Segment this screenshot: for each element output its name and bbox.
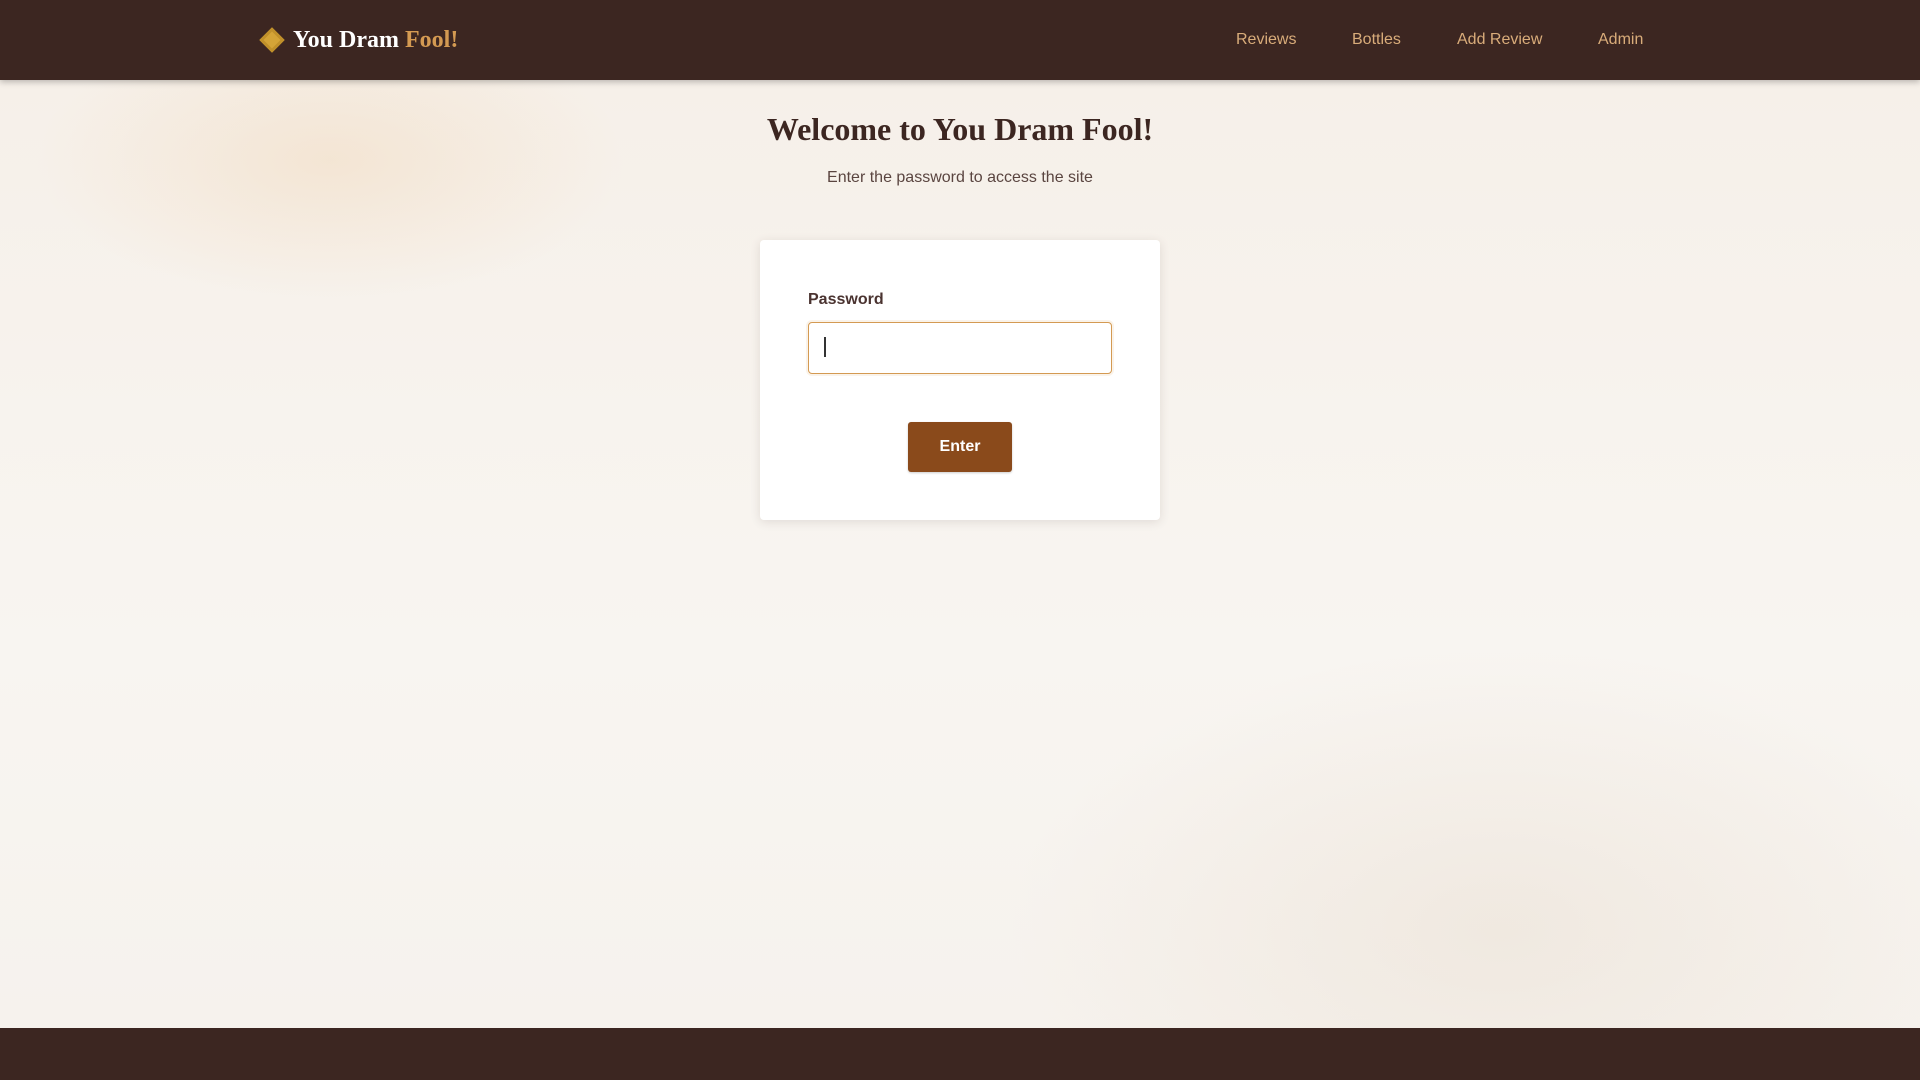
text-caret [824, 337, 826, 357]
site-footer [0, 1028, 1920, 1080]
nav-admin[interactable]: Admin [1598, 31, 1643, 49]
page-background [0, 80, 1920, 1028]
password-field[interactable] [808, 322, 1112, 374]
page-subtitle: Enter the password to access the site [827, 169, 1093, 186]
logo-text-main: You Dram [293, 26, 405, 53]
nav-bottles[interactable]: Bottles [1352, 31, 1401, 49]
logo-text: You Dram Fool! [293, 27, 458, 54]
nav-reviews[interactable]: Reviews [1236, 31, 1296, 49]
diamond-icon [259, 27, 285, 53]
nav-add-review[interactable]: Add Review [1457, 31, 1542, 49]
page-title: Welcome to You Dram Fool! [766, 111, 1154, 147]
enter-button[interactable]: Enter [908, 422, 1012, 472]
site-logo[interactable]: You Dram Fool! [259, 25, 458, 55]
site-header: You Dram Fool! Reviews Bottles Add Revie… [0, 0, 1920, 80]
logo-text-accent: Fool! [405, 26, 459, 53]
login-card: Password Enter [760, 240, 1160, 520]
password-label: Password [808, 291, 884, 308]
